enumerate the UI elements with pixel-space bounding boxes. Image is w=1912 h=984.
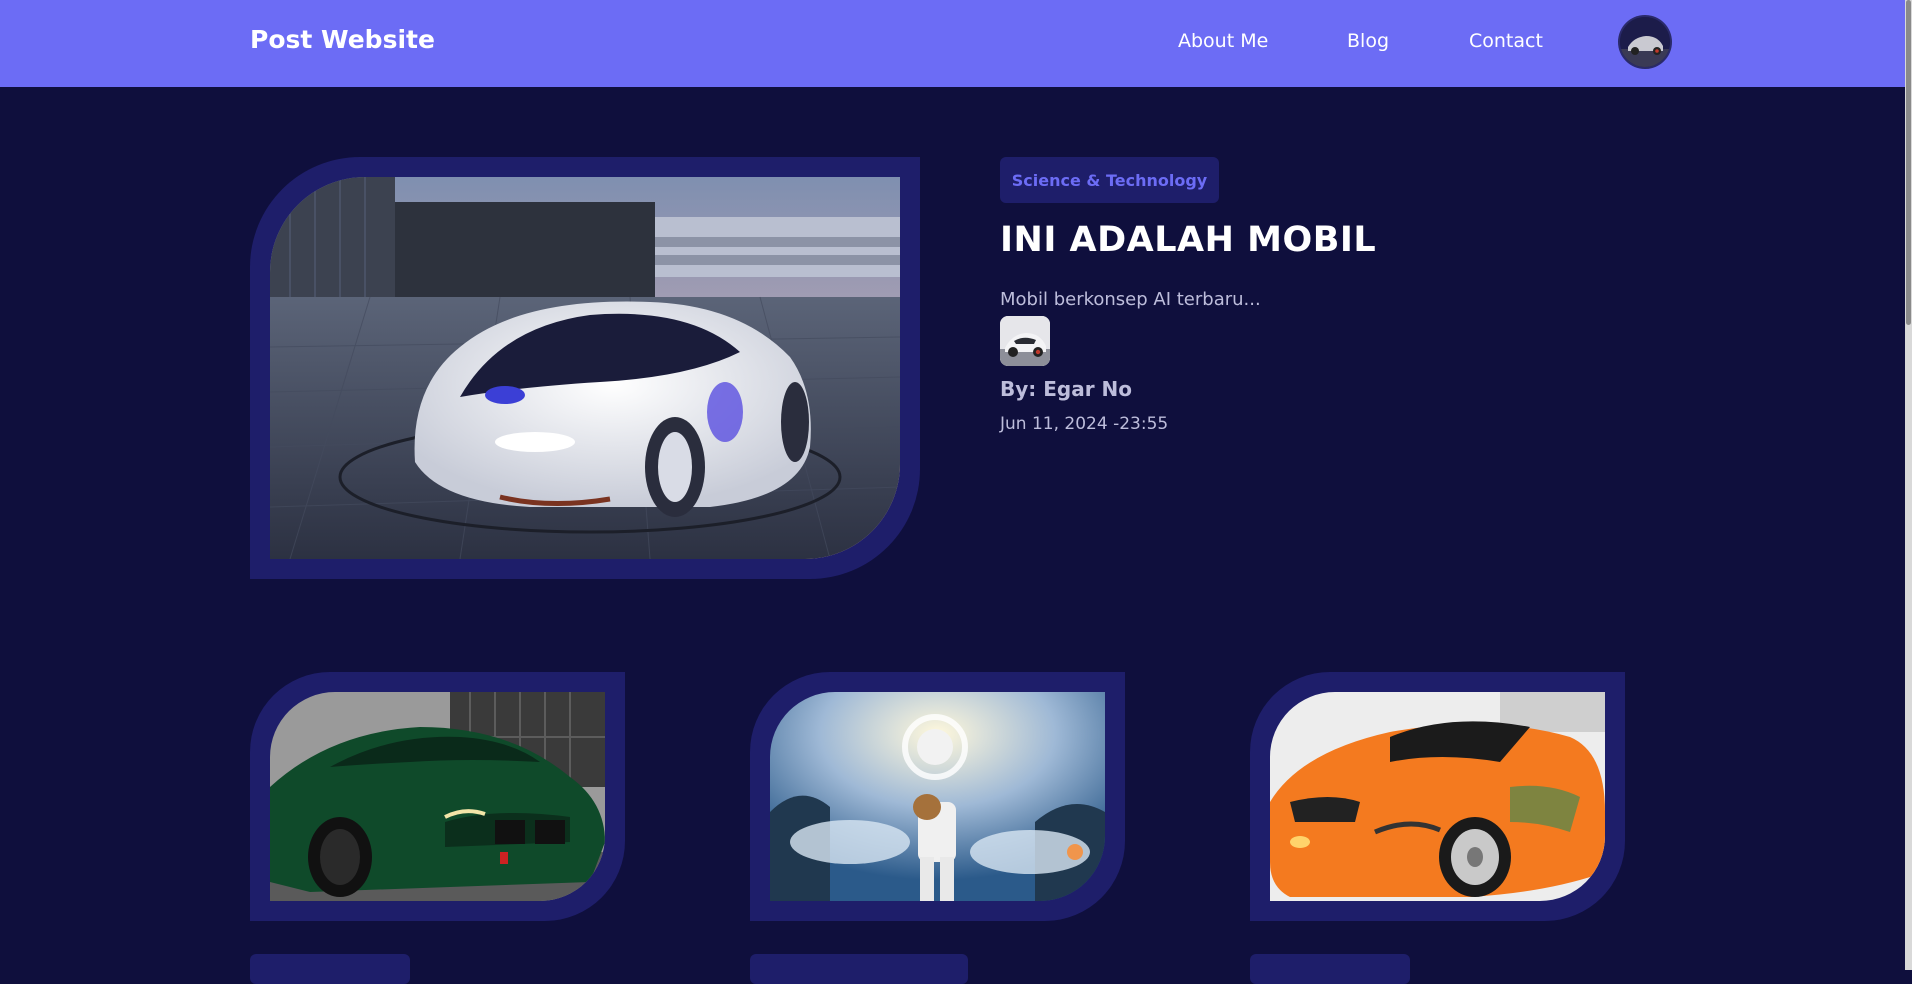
nav-link-blog[interactable]: Blog	[1347, 30, 1389, 52]
profile-avatar-icon[interactable]	[1620, 17, 1670, 67]
post-excerpt: Mobil berkonsep AI terbaru...	[1000, 289, 1261, 310]
post-card-image-frame[interactable]	[750, 672, 1125, 921]
post-author: By: Egar No	[1000, 377, 1133, 401]
nav-link-about-me[interactable]: About Me	[1178, 30, 1268, 52]
scrollbar-thumb[interactable]	[1906, 0, 1911, 325]
post-card-image-frame[interactable]	[250, 672, 625, 921]
post-title[interactable]: INI ADALAH MOBIL	[1000, 220, 1376, 260]
post-card-category-badge[interactable]	[1250, 954, 1410, 984]
nav-link-contact[interactable]: Contact	[1469, 30, 1543, 52]
post-card-image[interactable]	[770, 692, 1105, 901]
featured-post-image[interactable]	[270, 177, 900, 559]
author-avatar-icon	[1000, 316, 1050, 366]
post-card-image-frame[interactable]	[1250, 672, 1625, 921]
page-scrollbar[interactable]	[1905, 0, 1912, 970]
post-date: Jun 11, 2024 -23:55	[1000, 414, 1169, 434]
post-card-category-badge[interactable]	[250, 954, 410, 984]
post-card-category-badge[interactable]	[750, 954, 968, 984]
site-brand[interactable]: Post Website	[250, 25, 435, 54]
post-card-image[interactable]	[1270, 692, 1605, 901]
post-card-image[interactable]	[270, 692, 605, 901]
featured-post-image-frame[interactable]	[250, 157, 920, 579]
top-navbar: Post Website About Me Blog Contact	[0, 0, 1905, 87]
category-badge[interactable]: Science & Technology	[1000, 157, 1219, 203]
